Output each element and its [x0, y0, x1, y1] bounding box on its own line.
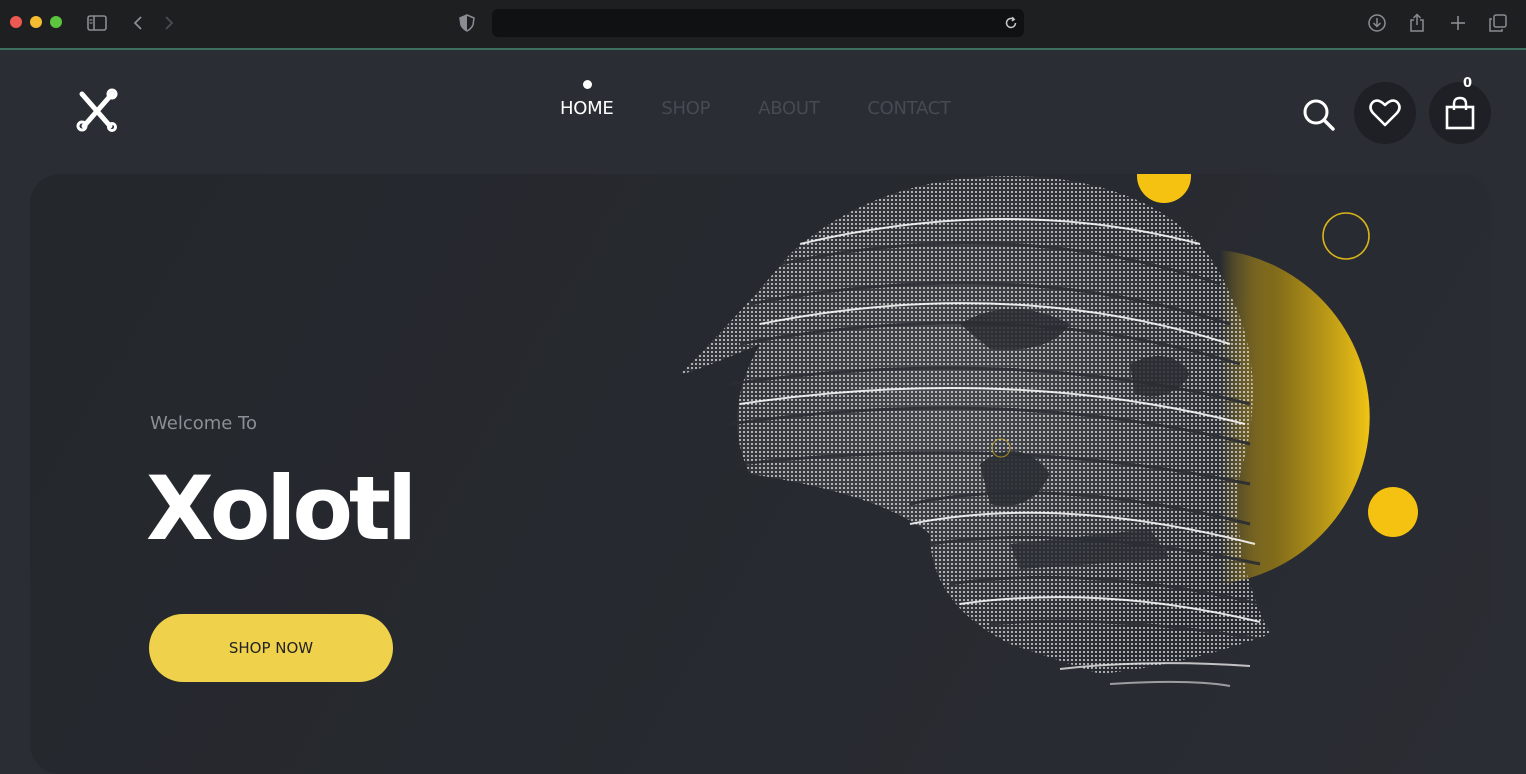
nav-about-label: ABOUT: [758, 98, 820, 119]
active-indicator-dot: [582, 80, 592, 89]
hero-welcome-text: Welcome To: [150, 413, 258, 434]
hero-brand-title: Xolotl: [146, 457, 417, 560]
point-cloud-face-illustration: [680, 174, 1418, 687]
address-input[interactable]: [502, 13, 982, 33]
outline-ring: [1322, 212, 1370, 260]
site-logo[interactable]: [74, 88, 120, 134]
back-icon[interactable]: [127, 12, 149, 34]
new-tab-icon[interactable]: [1447, 12, 1469, 34]
page: HOME SHOP ABOUT CONTACT 0 Welcome To Xol…: [0, 52, 1526, 774]
forward-icon[interactable]: [158, 12, 180, 34]
sidebar-icon[interactable]: [86, 12, 108, 34]
nav-shop-label: SHOP: [661, 98, 711, 119]
share-icon[interactable]: [1406, 12, 1428, 34]
nav-contact[interactable]: CONTACT: [867, 98, 951, 119]
browser-toolbar: [0, 0, 1526, 50]
search-button[interactable]: [1296, 92, 1342, 138]
reload-icon[interactable]: [1000, 12, 1022, 34]
point-cloud-face: [680, 176, 1270, 687]
shield-icon: [456, 12, 478, 34]
download-icon[interactable]: [1366, 12, 1388, 34]
search-icon: [1303, 99, 1335, 131]
maximize-window-button[interactable]: [50, 16, 62, 28]
yellow-dot-right: [1368, 487, 1418, 537]
cart-button[interactable]: [1429, 82, 1491, 144]
wishlist-button[interactable]: [1354, 82, 1416, 144]
nav-home[interactable]: HOME: [560, 80, 614, 119]
shop-now-button[interactable]: SHOP NOW: [149, 614, 393, 682]
heart-icon: [1369, 99, 1401, 127]
cart-count-badge: 0: [1463, 76, 1473, 91]
yellow-dot-top: [1137, 174, 1191, 203]
crossed-tools-icon: [76, 88, 118, 132]
nav-home-label: HOME: [560, 98, 614, 119]
hero-banner: Welcome To Xolotl SHOP NOW: [30, 174, 1492, 774]
address-bar[interactable]: [492, 9, 1024, 37]
nav-about[interactable]: ABOUT: [758, 98, 819, 119]
tabs-overview-icon[interactable]: [1487, 12, 1509, 34]
nav-shop[interactable]: SHOP: [661, 98, 710, 119]
shopping-bag-icon: [1445, 96, 1475, 130]
minimize-window-button[interactable]: [30, 16, 42, 28]
close-window-button[interactable]: [10, 16, 22, 28]
main-nav: HOME SHOP ABOUT CONTACT: [560, 80, 951, 119]
nav-contact-label: CONTACT: [867, 98, 951, 119]
